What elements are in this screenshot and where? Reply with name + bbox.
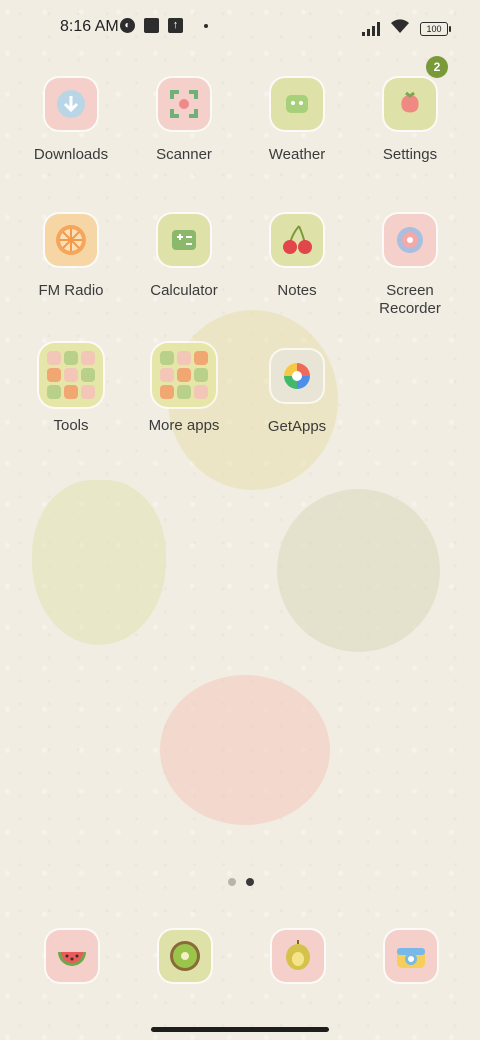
calculator-icon	[158, 214, 210, 266]
clock: 8:16 AM	[60, 18, 119, 35]
app-label: Notes	[277, 282, 317, 299]
app-label: Scanner	[156, 146, 212, 163]
settings-icon: 2	[384, 56, 448, 130]
notification-square-icon	[144, 18, 159, 33]
app-notes[interactable]: Notes	[241, 214, 353, 300]
dock	[14, 928, 466, 984]
signal-icon	[362, 21, 380, 36]
app-weather[interactable]: Weather	[241, 78, 353, 164]
app-scanner[interactable]: Scanner	[128, 78, 240, 164]
app-label: Settings	[382, 146, 438, 163]
screen-recorder-icon	[384, 214, 436, 266]
page-dot-1[interactable]	[228, 878, 236, 886]
kiwi-icon[interactable]	[159, 930, 211, 982]
app-calculator[interactable]: Calculator	[128, 214, 240, 300]
app-label: More apps	[148, 417, 220, 434]
pear-wallpaper-art	[32, 480, 166, 645]
scanner-icon	[158, 78, 210, 130]
home-gesture-bar[interactable]	[151, 1027, 329, 1032]
getapps-icon	[271, 350, 323, 402]
battery-icon: 100	[420, 21, 451, 36]
cherry-icon	[271, 214, 323, 266]
folder-more-apps[interactable]: More apps	[128, 343, 240, 435]
page-dot-2[interactable]	[246, 878, 254, 886]
app-label: Downloads	[33, 146, 109, 163]
app-label: GetApps	[267, 418, 327, 435]
app-downloads[interactable]: Downloads	[15, 78, 127, 164]
wifi-icon	[390, 18, 410, 39]
folder-icon	[152, 343, 216, 407]
watermelon-icon[interactable]	[46, 930, 98, 982]
app-label: Weather	[268, 146, 326, 163]
status-bar: 8:16 AM ◐ ↑ 100	[0, 0, 480, 56]
folder-tools[interactable]: Tools	[15, 343, 127, 435]
app-label: Calculator	[150, 282, 218, 299]
kiwi-wallpaper-art	[277, 489, 440, 652]
app-screen-recorder[interactable]: Screen Recorder	[354, 214, 466, 318]
camera-icon[interactable]	[385, 930, 437, 982]
notification-app-icon: ◐	[120, 18, 135, 33]
more-notifications-icon	[204, 23, 208, 28]
app-label: Screen Recorder	[379, 282, 441, 317]
folder-icon	[39, 343, 103, 407]
app-label: FM Radio	[38, 282, 104, 299]
app-fm-radio[interactable]: FM Radio	[15, 214, 127, 300]
weather-icon	[271, 78, 323, 130]
notification-upload-icon: ↑	[168, 18, 183, 33]
download-icon	[45, 78, 97, 130]
radio-icon	[45, 214, 97, 266]
app-label: Tools	[53, 417, 89, 434]
app-settings[interactable]: 2 Settings	[354, 56, 466, 164]
durian-icon[interactable]	[272, 930, 324, 982]
notification-badge: 2	[426, 56, 448, 78]
app-getapps[interactable]: GetApps	[241, 350, 353, 436]
page-indicator[interactable]	[228, 878, 254, 886]
grapefruit-wallpaper-art	[160, 675, 330, 825]
